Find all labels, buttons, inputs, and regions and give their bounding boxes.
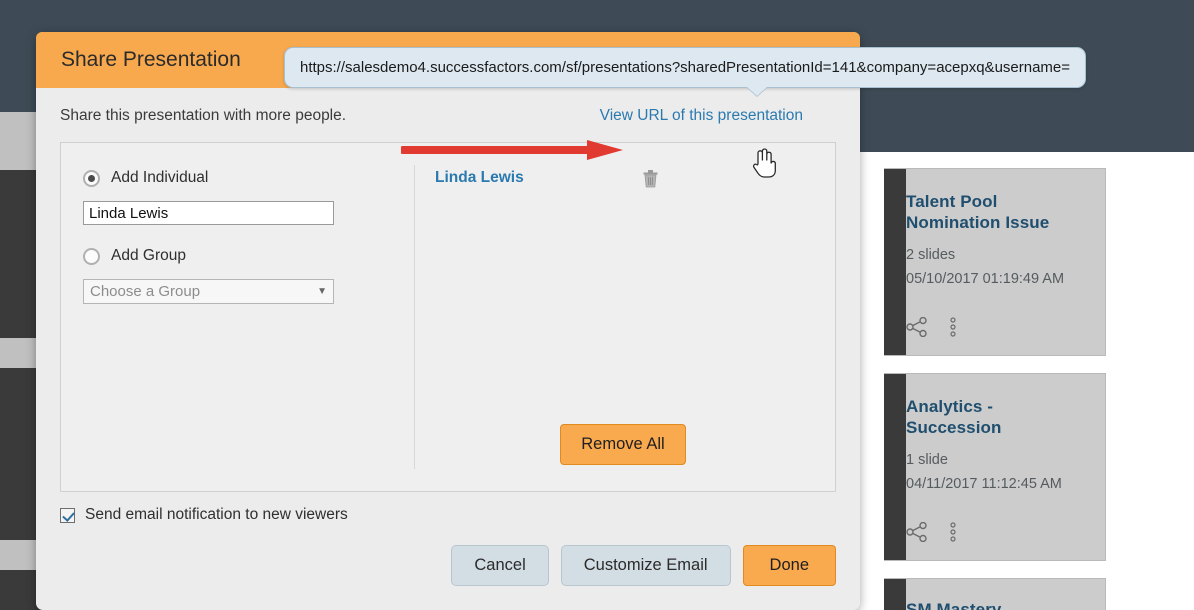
dialog-body: Share this presentation with more people… xyxy=(36,88,860,586)
customize-email-button[interactable]: Customize Email xyxy=(560,545,731,586)
background-right-topbar xyxy=(860,112,1194,152)
delete-viewer-icon[interactable] xyxy=(642,169,659,193)
annotation-arrow-icon xyxy=(401,140,623,160)
presentation-title: SM Mastery xyxy=(906,600,1002,610)
view-url-link[interactable]: View URL of this presentation xyxy=(600,107,803,125)
share-subtitle-row: Share this presentation with more people… xyxy=(60,88,836,142)
tooltip-tail xyxy=(747,87,767,96)
radio-add-group[interactable] xyxy=(83,247,100,265)
share-options-panel: Add Individual Add Group Choose a Group … xyxy=(60,142,836,492)
add-recipient-pane: Add Individual Add Group Choose a Group … xyxy=(61,143,414,491)
url-tooltip: https://salesdemo4.successfactors.com/sf… xyxy=(284,47,1087,96)
presentation-card[interactable]: Talent Pool Nomination Issue 2 slides 05… xyxy=(884,168,1106,356)
presentation-title: Analytics - Succession xyxy=(906,397,1002,437)
share-icon[interactable] xyxy=(906,522,928,542)
presentation-date: 04/11/2017 11:12:45 AM xyxy=(906,476,1062,492)
mouse-cursor-pointer-icon xyxy=(752,148,776,178)
add-group-label: Add Group xyxy=(111,247,186,264)
card-thumbnail-stripe xyxy=(884,374,906,560)
presentation-card-actions xyxy=(906,317,1087,337)
presentation-card[interactable]: Analytics - Succession 1 slide 04/11/201… xyxy=(884,373,1106,561)
remove-all-wrapper: Remove All xyxy=(435,424,811,465)
cancel-button[interactable]: Cancel xyxy=(451,545,549,586)
more-options-icon[interactable] xyxy=(950,317,956,337)
presentation-slide-count: 2 slides xyxy=(906,247,956,263)
send-email-notification-checkbox[interactable] xyxy=(60,507,75,523)
remove-all-button[interactable]: Remove All xyxy=(560,424,686,465)
share-subtitle: Share this presentation with more people… xyxy=(60,107,347,124)
more-options-icon[interactable] xyxy=(950,522,956,542)
presentation-url-text[interactable]: https://salesdemo4.successfactors.com/sf… xyxy=(300,59,1070,76)
dialog-footer: Cancel Customize Email Done xyxy=(60,524,836,586)
send-email-notification-label: Send email notification to new viewers xyxy=(85,506,348,523)
viewers-pane: Linda Lewis Remove All xyxy=(415,143,835,491)
individual-name-input[interactable] xyxy=(83,201,334,225)
chevron-down-icon: ▼ xyxy=(317,286,327,297)
card-thumbnail-stripe xyxy=(884,579,906,610)
presentation-card-actions xyxy=(906,522,1087,542)
page-title: Share Presentation xyxy=(61,48,241,71)
add-individual-row[interactable]: Add Individual xyxy=(83,169,392,187)
group-select-value: Choose a Group xyxy=(90,283,201,300)
viewer-name[interactable]: Linda Lewis xyxy=(435,169,524,187)
group-select[interactable]: Choose a Group ▼ xyxy=(83,279,334,304)
presentation-slide-count: 1 slide xyxy=(906,452,948,468)
add-individual-label: Add Individual xyxy=(111,169,209,186)
radio-add-individual[interactable] xyxy=(83,169,100,187)
card-thumbnail-stripe xyxy=(884,169,906,355)
share-presentation-dialog: Share Presentation Share this presentati… xyxy=(36,32,1087,610)
notify-checkbox-row[interactable]: Send email notification to new viewers xyxy=(60,492,836,524)
presentation-date: 05/10/2017 01:19:49 AM xyxy=(906,271,1065,287)
presentation-card[interactable]: SM Mastery xyxy=(884,578,1106,610)
done-button[interactable]: Done xyxy=(742,545,836,586)
share-icon[interactable] xyxy=(906,317,928,337)
add-group-row[interactable]: Add Group xyxy=(83,247,392,265)
presentation-title: Talent Pool Nomination Issue xyxy=(906,192,1050,232)
